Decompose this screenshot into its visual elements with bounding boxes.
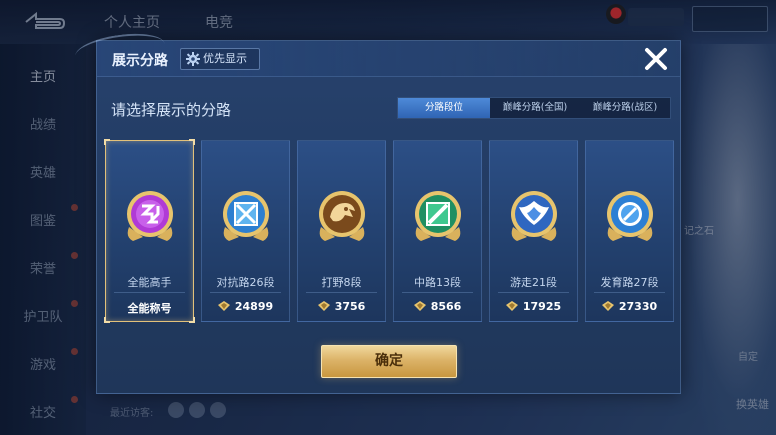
priority-display-button[interactable]: 优先显示 bbox=[180, 48, 260, 70]
gear-icon bbox=[186, 52, 200, 66]
divider bbox=[210, 292, 281, 293]
divider bbox=[498, 292, 569, 293]
all-round-badge-icon bbox=[127, 191, 173, 241]
tab-peak-lane-national[interactable]: 巅峰分路(全国) bbox=[490, 98, 580, 118]
lane-card-list: 全能高手 全能称号 对抗路26段 24899 打野8段 3756 中路13段 8… bbox=[104, 139, 675, 323]
lane-name: 中路13段 bbox=[414, 276, 461, 289]
lane-card-farm[interactable]: 发育路27段 27330 bbox=[585, 140, 674, 322]
selection-corner bbox=[189, 317, 195, 323]
selection-corner bbox=[104, 139, 110, 145]
farm-lane-badge-icon bbox=[607, 191, 653, 241]
lane-name: 对抗路26段 bbox=[216, 276, 275, 289]
lane-points: 27330 bbox=[618, 300, 658, 313]
rank-points-icon bbox=[601, 301, 614, 311]
tab-lane-rank[interactable]: 分路段位 bbox=[398, 98, 490, 118]
rank-points-icon bbox=[217, 301, 230, 311]
lane-name: 发育路27段 bbox=[600, 276, 659, 289]
lane-points: 24899 bbox=[234, 300, 274, 313]
lane-points: 17925 bbox=[522, 300, 562, 313]
lane-card-jungle[interactable]: 打野8段 3756 bbox=[297, 140, 386, 322]
lane-card-mid[interactable]: 中路13段 8566 bbox=[393, 140, 482, 322]
divider bbox=[306, 292, 377, 293]
confirm-button[interactable]: 确定 bbox=[321, 345, 457, 378]
lane-display-dialog: 展示分路 优先显示 请选择展示的分路 分路段位 巅峰分路(全国) 巅峰分路(战区… bbox=[73, 28, 681, 394]
lane-points: 3756 bbox=[334, 300, 366, 313]
tab-peak-lane-region[interactable]: 巅峰分路(战区) bbox=[580, 98, 670, 118]
jungle-badge-icon bbox=[319, 191, 365, 241]
rank-points-icon bbox=[317, 301, 330, 311]
lane-card-roam[interactable]: 游走21段 17925 bbox=[489, 140, 578, 322]
rank-points-icon bbox=[505, 301, 518, 311]
roam-badge-icon bbox=[511, 191, 557, 241]
selection-corner bbox=[104, 317, 110, 323]
lane-value: 8566 bbox=[394, 300, 481, 313]
lane-value: 全能称号 bbox=[127, 302, 172, 315]
dialog-header: 展示分路 优先显示 bbox=[73, 28, 680, 77]
lane-value: 17925 bbox=[490, 300, 577, 313]
priority-display-label: 优先显示 bbox=[203, 52, 247, 65]
divider bbox=[114, 292, 185, 293]
dialog-title: 展示分路 bbox=[112, 53, 168, 69]
lane-name: 全能高手 bbox=[127, 276, 172, 289]
segment-control: 分路段位 巅峰分路(全国) 巅峰分路(战区) bbox=[397, 97, 671, 119]
dialog-subtitle: 请选择展示的分路 bbox=[111, 101, 232, 119]
mid-lane-badge-icon bbox=[415, 191, 461, 241]
lane-name: 游走21段 bbox=[510, 276, 557, 289]
lane-value: 24899 bbox=[202, 300, 289, 313]
lane-value: 27330 bbox=[586, 300, 673, 313]
clash-lane-badge-icon bbox=[223, 191, 269, 241]
divider bbox=[402, 292, 473, 293]
rank-points-icon bbox=[413, 301, 426, 311]
lane-name: 打野8段 bbox=[321, 276, 362, 289]
divider bbox=[594, 292, 665, 293]
selection-corner bbox=[189, 139, 195, 145]
lane-card-clash[interactable]: 对抗路26段 24899 bbox=[201, 140, 290, 322]
lane-value: 3756 bbox=[298, 300, 385, 313]
lane-points: 8566 bbox=[430, 300, 462, 313]
lane-card-all-round[interactable]: 全能高手 全能称号 bbox=[104, 139, 195, 323]
close-icon[interactable] bbox=[642, 45, 670, 73]
